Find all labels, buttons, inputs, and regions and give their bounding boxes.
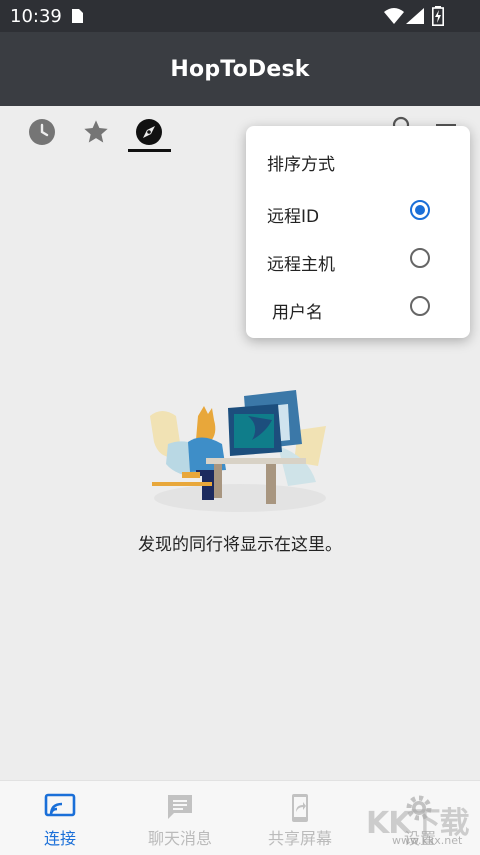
radio-selected-icon[interactable] [410, 200, 430, 220]
nav-label: 聊天消息 [147, 829, 212, 848]
nav-connect[interactable]: 连接 [0, 781, 120, 855]
tab-discovered[interactable] [127, 112, 171, 152]
chat-icon [168, 795, 192, 819]
share-screen-icon [292, 794, 308, 822]
sort-option-remote-id[interactable]: 远程ID [246, 190, 470, 234]
sort-option-label: 远程ID [267, 207, 320, 227]
sort-menu-popup: 排序方式 远程ID 远程主机 用户名 [246, 126, 470, 338]
watermark-url: www.kkx.net [392, 834, 463, 847]
sim-card-icon [72, 9, 83, 23]
sort-option-username[interactable]: 用户名 [246, 286, 470, 330]
radio-unselected-icon[interactable] [410, 296, 430, 316]
status-bar: 10:39 [0, 0, 480, 32]
empty-state-illustration [150, 390, 326, 512]
battery-charging-icon [432, 6, 444, 26]
sort-option-remote-host[interactable]: 远程主机 [246, 238, 470, 282]
cast-icon [44, 793, 76, 817]
status-time: 10:39 [10, 6, 62, 27]
nav-label: 连接 [43, 829, 76, 848]
active-tab-indicator [128, 149, 171, 152]
cellular-signal-icon [406, 8, 424, 24]
sort-option-label: 用户名 [272, 303, 323, 323]
app-bar: HopToDesk [0, 32, 480, 106]
clock-icon [29, 119, 55, 145]
empty-state-message: 发现的同行将显示在这里。 [138, 535, 342, 555]
sort-option-label: 远程主机 [267, 255, 335, 275]
nav-chat-messages[interactable]: 聊天消息 [120, 781, 240, 855]
tab-favorites[interactable] [74, 112, 118, 152]
nav-label: 共享屏幕 [267, 829, 332, 848]
tab-recent[interactable] [20, 112, 64, 152]
wifi-icon [384, 8, 404, 24]
nav-share-screen[interactable]: 共享屏幕 [240, 781, 360, 855]
star-icon [84, 120, 108, 143]
sort-menu-title: 排序方式 [267, 155, 335, 175]
radio-unselected-icon[interactable] [410, 248, 430, 268]
app-title: HopToDesk [170, 56, 310, 82]
compass-icon [136, 119, 162, 145]
watermark: KK下载 www.kkx.net [362, 792, 480, 852]
